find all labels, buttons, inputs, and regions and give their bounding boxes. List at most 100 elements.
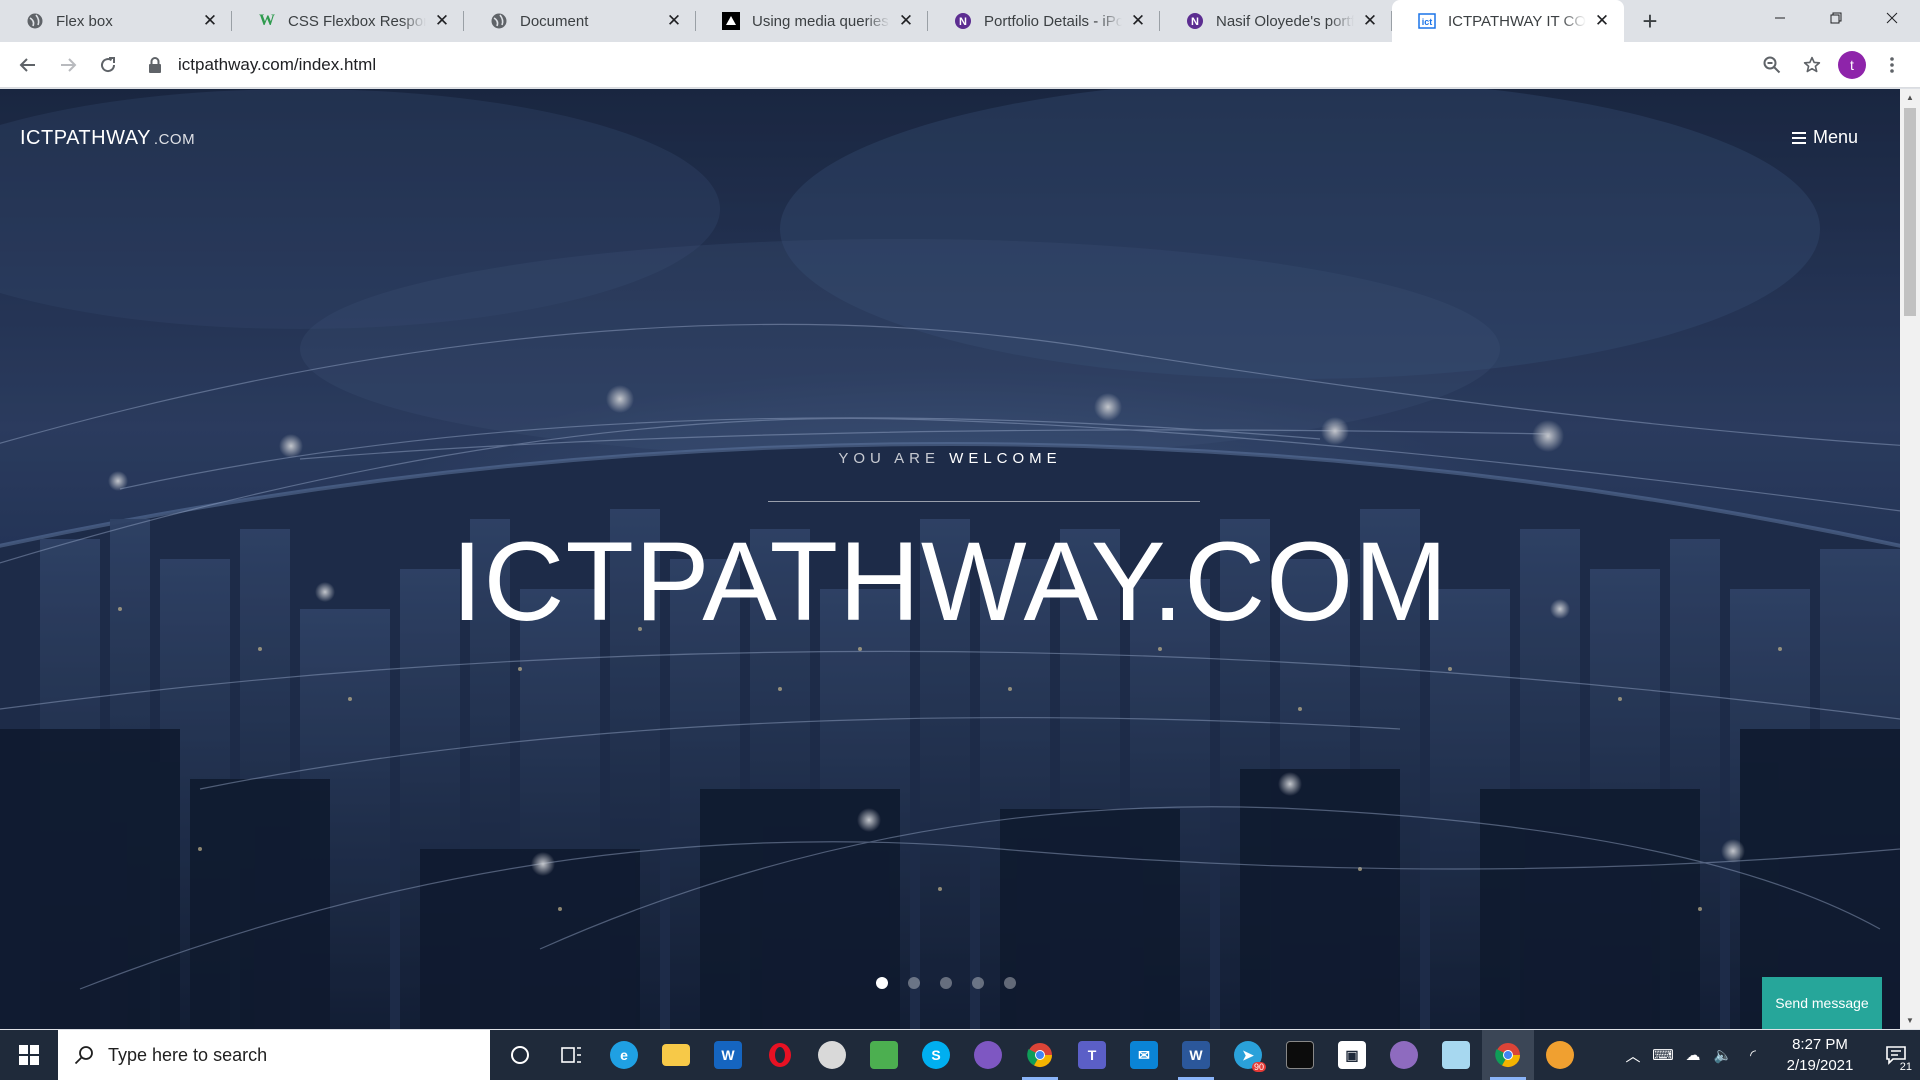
menu-label: Menu [1812,127,1858,147]
svg-text:ict: ict [1422,17,1433,27]
wave-editor-icon[interactable]: W [702,1030,754,1080]
tab-title: Using media queries - [752,12,890,30]
browser-toolbar: ictpathway.com/index.html t [0,42,1920,88]
tab-flex-box[interactable]: Flex box ✕ [0,0,232,42]
tab-title: ICTPATHWAY IT CONSULT [1448,12,1586,30]
sourcetree-icon[interactable]: ▣ [1326,1030,1378,1080]
taskbar-search-box[interactable]: Type here to search [58,1030,490,1080]
close-tab-icon[interactable]: ✕ [432,11,452,31]
slider-dot[interactable] [908,977,920,989]
close-tab-icon[interactable]: ✕ [1592,11,1612,31]
edge-icon[interactable]: e [598,1030,650,1080]
task-view-icon[interactable] [546,1030,598,1080]
hamburger-icon [1791,131,1806,144]
close-window-icon[interactable] [1864,0,1920,36]
more-menu-icon[interactable] [1872,45,1912,85]
restore-icon[interactable] [1808,0,1864,36]
menu-button[interactable]: Menu [1791,127,1858,148]
scroll-up-icon[interactable]: ▲ [1900,89,1920,106]
lock-icon[interactable] [148,56,164,73]
slider-dot[interactable] [972,977,984,989]
address-url[interactable]: ictpathway.com/index.html [178,55,376,75]
minimize-icon[interactable] [1752,0,1808,36]
close-tab-icon[interactable]: ✕ [1128,11,1148,31]
network-app-icon[interactable] [858,1030,910,1080]
scrollbar-thumb[interactable] [1904,108,1916,316]
slider-pagination [876,977,1036,989]
globe-icon [490,12,508,30]
word-icon[interactable]: W [1170,1030,1222,1080]
w3schools-icon: W [259,12,275,29]
notification-center-icon[interactable]: 21 [1872,1030,1920,1080]
tab-document[interactable]: Document ✕ [464,0,696,42]
scroll-down-icon[interactable]: ▼ [1900,1012,1920,1029]
tab-portfolio-details[interactable]: N Portfolio Details - iPortfolio ✕ [928,0,1160,42]
tab-css-flexbox[interactable]: W CSS Flexbox Responsive ✕ [232,0,464,42]
window-controls [1752,0,1920,36]
cortana-icon[interactable] [494,1030,546,1080]
mdn-icon [722,12,740,30]
volume-icon[interactable]: 🔈 [1708,1030,1738,1080]
slider-dot[interactable] [1004,977,1016,989]
portfolio-icon: N [1186,12,1204,30]
tab-nasif-portfolio[interactable]: N Nasif Oloyede's portfolio ✕ [1160,0,1392,42]
tab-media-queries[interactable]: Using media queries - ✕ [696,0,928,42]
search-icon [74,1046,93,1065]
file-explorer-icon[interactable] [650,1030,702,1080]
opera-icon[interactable] [754,1030,806,1080]
tor-browser-icon[interactable] [962,1030,1014,1080]
clock-time: 8:27 PM [1792,1036,1848,1053]
wifi-icon[interactable]: ◜ [1738,1030,1768,1080]
tab-title: CSS Flexbox Responsive [288,12,426,30]
windows-logo-icon [19,1045,39,1065]
close-tab-icon[interactable]: ✕ [664,11,684,31]
browser-tab-strip: Flex box ✕ W CSS Flexbox Responsive ✕ Do… [0,0,1920,42]
forward-arrow-icon [61,57,77,72]
paint-app-icon[interactable] [806,1030,858,1080]
forward-button[interactable] [48,45,88,85]
zoom-icon[interactable] [1752,45,1792,85]
onedrive-icon[interactable]: ☁ [1678,1030,1708,1080]
notepad-icon[interactable] [1430,1030,1482,1080]
bookmark-star-icon[interactable] [1792,45,1832,85]
slider-dot[interactable] [940,977,952,989]
profile-avatar[interactable]: t [1838,50,1866,79]
mail-icon[interactable]: ✉ [1118,1030,1170,1080]
search-placeholder[interactable]: Type here to search [108,1045,267,1066]
system-tray: ︿ ⌨ ☁ 🔈 ◜ 8:27 PM 2/19/2021 21 [1618,1030,1920,1080]
svg-text:N: N [959,16,967,28]
start-button[interactable] [0,1030,58,1080]
github-desktop-icon[interactable] [1378,1030,1430,1080]
tab-title: Nasif Oloyede's portfolio [1216,12,1354,30]
address-bar[interactable]: ictpathway.com/index.html [134,47,1742,83]
close-tab-icon[interactable]: ✕ [1360,11,1380,31]
clock-date: 2/19/2021 [1786,1057,1854,1074]
new-tab-button[interactable]: + [1630,0,1670,42]
paint-3d-icon[interactable] [1534,1030,1586,1080]
teams-icon[interactable]: T [1066,1030,1118,1080]
skype-icon[interactable]: S [910,1030,962,1080]
taskbar-clock[interactable]: 8:27 PM 2/19/2021 [1774,1034,1866,1076]
chrome-icon[interactable] [1482,1030,1534,1080]
tab-title: Portfolio Details - iPortfolio [984,12,1122,30]
reload-button[interactable] [88,45,128,85]
svg-text:N: N [1191,16,1199,28]
tab-ictpathway[interactable]: ict ICTPATHWAY IT CONSULT ✕ [1392,0,1624,42]
terminal-icon[interactable] [1274,1030,1326,1080]
chrome-icon[interactable] [1014,1030,1066,1080]
hero-headline: ICTPATHWAY.COM [451,519,1449,644]
page-scrollbar[interactable]: ▲ ▼ [1900,89,1920,1029]
ictpathway-icon: ict [1418,12,1436,30]
back-button[interactable] [8,45,48,85]
send-message-button[interactable]: Send message [1762,977,1882,1029]
show-hidden-icons-icon[interactable]: ︿ [1618,1030,1648,1080]
welcome-highlight: WELCOME [949,450,1062,467]
close-tab-icon[interactable]: ✕ [200,11,220,31]
slider-dot[interactable] [876,977,888,989]
input-indicator-icon[interactable]: ⌨ [1648,1030,1678,1080]
close-tab-icon[interactable]: ✕ [896,11,916,31]
telegram-icon[interactable]: ➤ 90 [1222,1030,1274,1080]
tab-title: Flex box [56,12,113,30]
page-viewport: ICTPATHWAY .COM Menu YOU ARE WELCOME ICTP… [0,89,1920,1029]
site-logo[interactable]: ICTPATHWAY .COM [20,127,195,150]
